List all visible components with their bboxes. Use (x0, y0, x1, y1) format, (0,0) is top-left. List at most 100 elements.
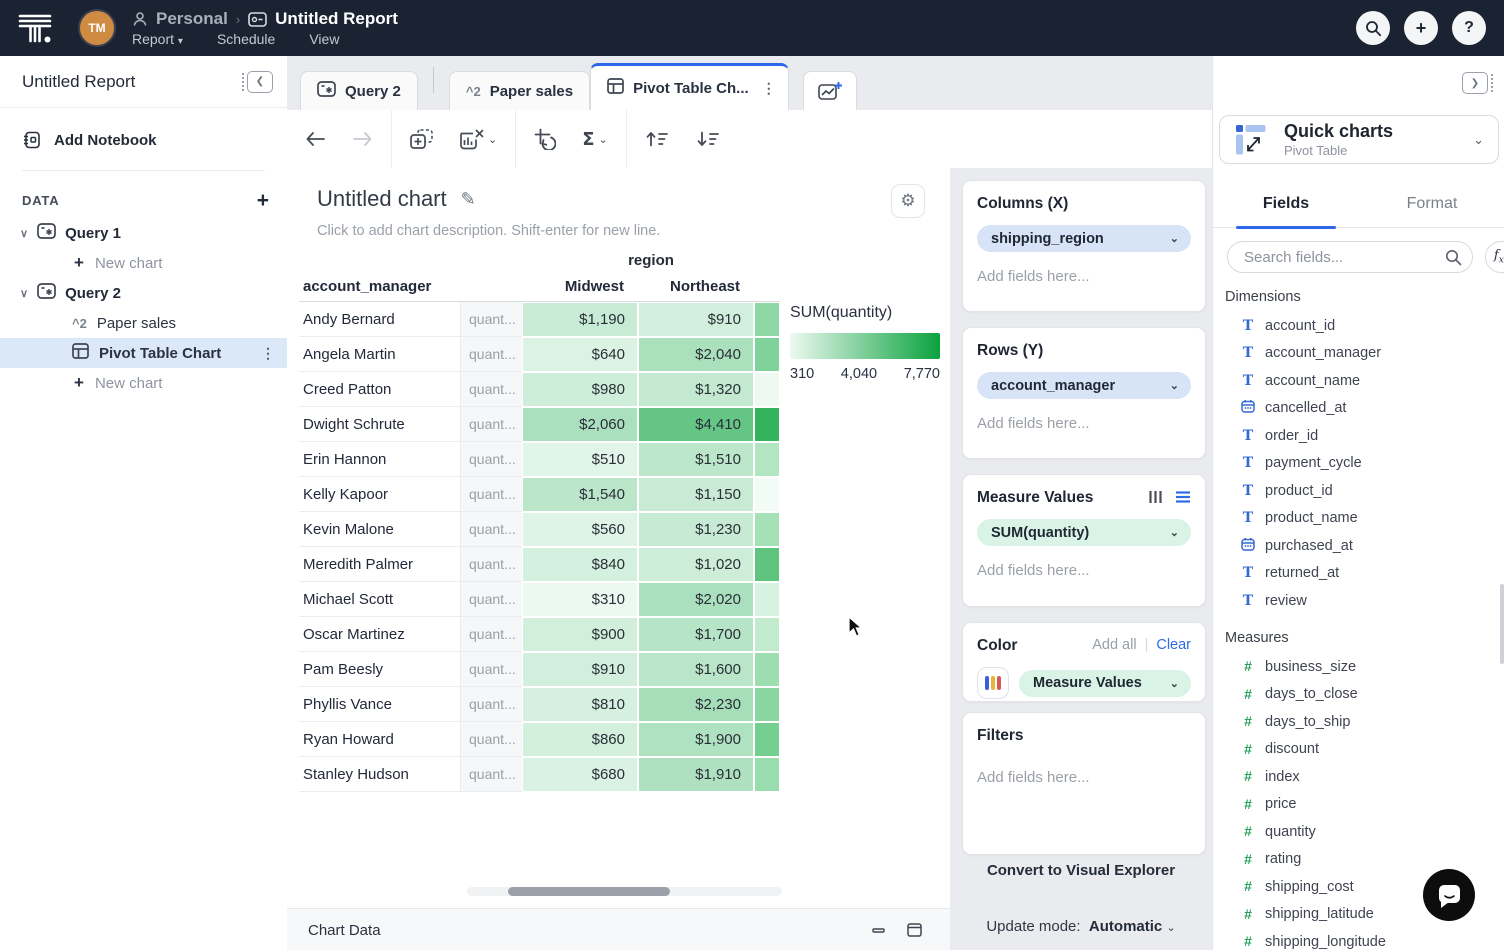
app-logo-icon[interactable] (16, 11, 56, 45)
tab-pivot-table-ch[interactable]: Pivot Table Ch...⋮ (590, 63, 789, 110)
field-item-quantity[interactable]: #quantity (1213, 818, 1504, 846)
value-cell: $2,060 (522, 407, 638, 442)
color-palette-icon[interactable] (977, 667, 1009, 699)
legend-mid: 4,040 (841, 366, 877, 382)
column-header-midwest[interactable]: Midwest (522, 278, 638, 295)
field-pill-account-manager[interactable]: account_manager⌄ (977, 372, 1191, 399)
field-item-order-id[interactable]: Torder_id (1213, 422, 1504, 450)
add-icon[interactable]: + (1404, 11, 1438, 45)
chevron-expand-icon[interactable]: ∨ (20, 287, 28, 300)
field-item-purchased-at[interactable]: purchased_at (1213, 532, 1504, 560)
new-chart-tab-button[interactable] (803, 71, 857, 110)
edit-title-icon[interactable]: ✎ (461, 189, 476, 210)
field-item-product-id[interactable]: Tproduct_id (1213, 477, 1504, 505)
forward-icon[interactable] (352, 131, 373, 147)
tab-format[interactable]: Format (1359, 180, 1504, 227)
user-avatar[interactable]: TM (80, 11, 114, 45)
chevron-expand-icon[interactable]: ∨ (20, 227, 28, 240)
sidebar-item-query-1[interactable]: ∨Query 1 (0, 218, 287, 248)
convert-to-visual-explorer-button[interactable]: Convert to Visual Explorer (950, 862, 1212, 879)
search-icon[interactable] (1356, 11, 1390, 45)
sum-aggregate-icon[interactable]: Σ⌄ (582, 129, 608, 150)
field-pill-shipping-region[interactable]: shipping_region⌄ (977, 225, 1191, 252)
field-item-account-id[interactable]: Taccount_id (1213, 312, 1504, 340)
row-field-header[interactable]: account_manager (299, 278, 522, 295)
menu-report[interactable]: Report ▾ (132, 31, 183, 47)
field-item-account-manager[interactable]: Taccount_manager (1213, 340, 1504, 368)
rows-panel-title: Rows (Y) (977, 342, 1191, 360)
row-label: Ryan Howard (299, 722, 460, 757)
add-all-link[interactable]: Add all (1092, 637, 1136, 653)
column-header-northeast[interactable]: Northeast (638, 278, 754, 295)
field-item-days-to-close[interactable]: #days_to_close (1213, 681, 1504, 709)
field-item-discount[interactable]: #discount (1213, 736, 1504, 764)
color-pill-measure-values[interactable]: Measure Values⌄ (1019, 670, 1191, 697)
panel-scrollbar-thumb[interactable] (1500, 584, 1504, 664)
add-calculated-field-icon[interactable]: fx+ (1485, 241, 1504, 273)
table-row: Andy Bernardquant...$1,190$910 (299, 302, 780, 337)
sidebar-item-paper-sales[interactable]: ^2Paper sales (0, 308, 287, 338)
field-pill-sum-quantity[interactable]: SUM(quantity)⌄ (977, 519, 1191, 546)
field-item-returned-at[interactable]: Treturned_at (1213, 560, 1504, 588)
field-item-payment-cycle[interactable]: Tpayment_cycle (1213, 450, 1504, 478)
add-notebook-button[interactable]: Add Notebook (22, 130, 287, 150)
kebab-menu-icon[interactable]: ⋮ (261, 345, 275, 362)
rows-dropzone[interactable]: Add fields here... (977, 415, 1191, 432)
tab-query-2[interactable]: Query 2 (300, 71, 418, 110)
field-item-index[interactable]: #index (1213, 763, 1504, 791)
chart-title[interactable]: Untitled chart (317, 186, 447, 212)
partial-value-cell (754, 442, 780, 477)
field-item-shipping-longitude[interactable]: #shipping_longitude (1213, 928, 1504, 950)
columns-dropzone[interactable]: Add fields here... (977, 268, 1191, 285)
sidebar-item-new-chart[interactable]: +New chart (0, 368, 287, 398)
tab-paper-sales[interactable]: ^2Paper sales (449, 71, 590, 110)
measure-label: quant... (460, 372, 522, 407)
menu-schedule[interactable]: Schedule (217, 31, 275, 47)
sort-descending-icon[interactable] (696, 130, 721, 148)
clear-link[interactable]: Clear (1156, 637, 1191, 653)
dimensions-list: Taccount_idTaccount_managerTaccount_name… (1213, 312, 1504, 615)
collapse-sidebar-icon[interactable]: ❮ (242, 71, 273, 93)
quick-charts-selector[interactable]: Quick charts Pivot Table ⌄ (1219, 115, 1499, 164)
sidebar-item-new-chart[interactable]: +New chart (0, 248, 287, 278)
maximize-icon[interactable] (907, 923, 922, 937)
value-cell: $560 (522, 512, 638, 547)
add-data-icon[interactable]: + (257, 194, 269, 208)
help-icon[interactable]: ? (1452, 11, 1486, 45)
sidebar-item-query-2[interactable]: ∨Query 2 (0, 278, 287, 308)
menu-view[interactable]: View (309, 31, 339, 47)
field-item-price[interactable]: #price (1213, 791, 1504, 819)
breadcrumb-workspace[interactable]: Personal (156, 9, 228, 29)
columns-view-icon[interactable] (1148, 490, 1163, 504)
duplicate-chart-icon[interactable] (410, 129, 433, 150)
field-item-business-size[interactable]: #business_size (1213, 653, 1504, 681)
transpose-icon[interactable] (534, 128, 556, 150)
update-mode-control[interactable]: Update mode: Automatic ⌄ (950, 918, 1212, 935)
chart-settings-gear-icon[interactable]: ⚙ (891, 184, 925, 218)
expand-panel-icon[interactable]: ❯ (1462, 72, 1493, 94)
value-cell: $910 (638, 302, 754, 337)
tab-menu-kebab-icon[interactable]: ⋮ (762, 80, 776, 97)
tab-fields[interactable]: Fields (1213, 180, 1359, 227)
sidebar-item-pivot-table-chart[interactable]: Pivot Table Chart⋮ (0, 338, 287, 368)
scrollbar-thumb[interactable] (508, 887, 670, 896)
sort-ascending-icon[interactable] (645, 130, 670, 148)
filters-dropzone[interactable]: Add fields here... (977, 769, 1191, 786)
field-item-review[interactable]: Treview (1213, 587, 1504, 615)
field-item-cancelled-at[interactable]: cancelled_at (1213, 395, 1504, 423)
chat-widget-button[interactable] (1423, 869, 1475, 921)
field-item-days-to-ship[interactable]: #days_to_ship (1213, 708, 1504, 736)
remove-column-icon[interactable]: ⌄ (459, 129, 497, 150)
rows-view-icon[interactable] (1175, 490, 1191, 504)
measures-dropzone[interactable]: Add fields here... (977, 562, 1191, 579)
search-fields-box[interactable] (1227, 241, 1473, 273)
search-fields-input[interactable] (1242, 248, 1445, 267)
field-item-product-name[interactable]: Tproduct_name (1213, 505, 1504, 533)
measure-label: quant... (460, 652, 522, 687)
plus-icon: + (74, 373, 84, 393)
chart-description-placeholder[interactable]: Click to add chart description. Shift-en… (317, 223, 660, 239)
back-icon[interactable] (305, 131, 326, 147)
number-field-icon: # (1239, 713, 1257, 730)
minimize-icon[interactable] (872, 928, 885, 933)
field-item-account-name[interactable]: Taccount_name (1213, 367, 1504, 395)
